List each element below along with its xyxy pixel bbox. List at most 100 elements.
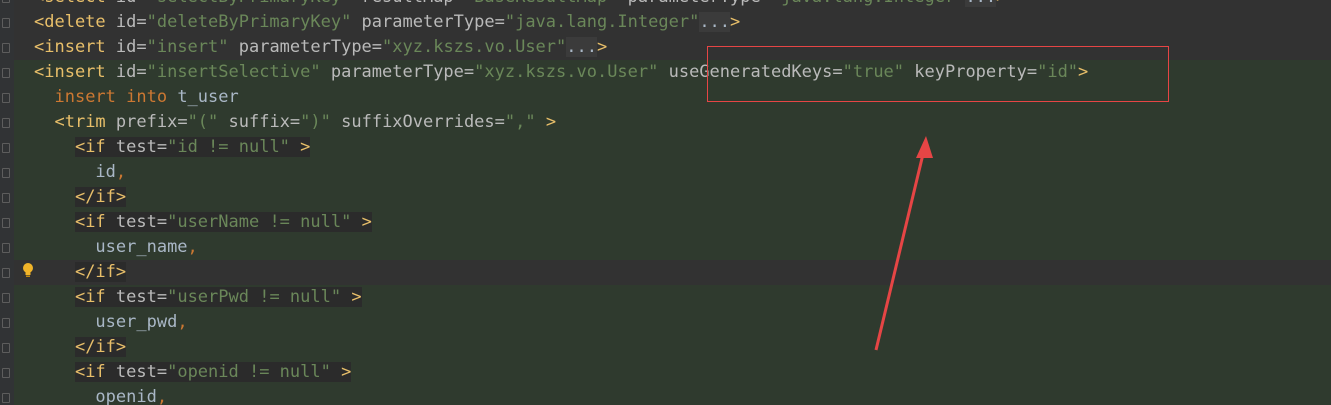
code-token: "BaseResultMap": [464, 0, 618, 7]
code-token: id=: [115, 62, 147, 82]
code-token: "insert": [146, 37, 229, 57]
code-token: >: [351, 212, 372, 232]
code-token: ,: [115, 162, 127, 182]
code-token: </if>: [74, 262, 127, 282]
code-token: "java.lang.Integer": [771, 0, 965, 7]
code-text: id,: [34, 160, 126, 185]
code-segment-group: <if test="userName != null" >: [74, 212, 372, 232]
lightbulb-icon[interactable]: [21, 262, 35, 278]
annotation-highlight-box: [707, 46, 1169, 102]
fold-marker-icon[interactable]: [2, 368, 10, 378]
code-segment-group: id,: [95, 162, 126, 182]
code-token: "deleteByPrimaryKey": [146, 12, 352, 32]
code-token: "selectByPrimaryKey": [147, 0, 352, 7]
code-token: "id != null": [167, 137, 290, 157]
code-token: ...: [566, 37, 597, 57]
fold-marker-icon[interactable]: [2, 343, 10, 353]
code-segment-group: user_pwd,: [95, 312, 187, 332]
code-text: <insert id="insert" parameterType="xyz.k…: [34, 35, 607, 60]
code-token: "userName != null": [167, 212, 352, 232]
code-token: parameterType=: [351, 12, 505, 32]
code-token: ")": [300, 112, 331, 132]
fold-marker-icon[interactable]: [2, 193, 10, 203]
code-text: user_name,: [34, 235, 197, 260]
code-line[interactable]: user_pwd,: [14, 310, 1331, 335]
code-line[interactable]: <if test="userPwd != null" >: [14, 285, 1331, 310]
fold-marker-icon[interactable]: [2, 243, 10, 253]
code-line[interactable]: id,: [14, 160, 1331, 185]
code-token: openid: [95, 387, 157, 405]
fold-marker-icon[interactable]: [2, 168, 10, 178]
fold-marker-icon[interactable]: [2, 18, 10, 28]
code-token: parameterType=: [617, 0, 771, 7]
fold-marker-icon[interactable]: [2, 0, 10, 3]
code-text: <trim prefix="(" suffix=")" suffixOverri…: [34, 110, 556, 135]
code-token: >: [330, 362, 352, 382]
fold-marker-icon[interactable]: [2, 318, 10, 328]
code-text: user_pwd,: [34, 310, 187, 335]
code-line[interactable]: openid,: [14, 385, 1331, 405]
code-text: </if>: [34, 185, 127, 210]
code-text: insert into t_user: [34, 85, 238, 110]
code-segment-group: </if>: [74, 187, 127, 207]
code-token: ",": [504, 112, 536, 132]
code-token: test=: [115, 287, 168, 307]
code-token: ,: [187, 237, 198, 257]
code-token: >: [535, 112, 557, 132]
code-line[interactable]: <if test="id != null" >: [14, 135, 1331, 160]
code-token: prefix=: [115, 112, 188, 132]
code-text: <select id="selectByPrimaryKey" resultMa…: [34, 0, 1006, 10]
code-token: <trim: [54, 112, 116, 132]
code-line[interactable]: <if test="userName != null" >: [14, 210, 1331, 235]
code-line[interactable]: </if>: [14, 335, 1331, 360]
code-line[interactable]: <select id="selectByPrimaryKey" resultMa…: [14, 0, 1331, 10]
code-line[interactable]: user_name,: [14, 235, 1331, 260]
code-token: </if>: [74, 337, 127, 357]
code-text: <if test="openid != null" >: [34, 360, 352, 385]
code-line[interactable]: </if>: [14, 185, 1331, 210]
fold-marker-icon[interactable]: [2, 268, 10, 278]
code-text: <if test="id != null" >: [34, 135, 311, 160]
fold-marker-icon[interactable]: [2, 68, 10, 78]
code-token: <if: [74, 287, 116, 307]
code-segment-group: user_name,: [95, 237, 197, 257]
code-token: >: [730, 12, 741, 32]
code-editor[interactable]: <select id="selectByPrimaryKey" resultMa…: [0, 0, 1331, 405]
code-segment-group: <if test="id != null" >: [74, 137, 311, 157]
code-segment-group: <select id="selectByPrimaryKey" resultMa…: [34, 0, 1006, 7]
code-text: <delete id="deleteByPrimaryKey" paramete…: [34, 10, 740, 35]
code-text: </if>: [34, 260, 127, 285]
fold-marker-icon[interactable]: [2, 93, 10, 103]
code-token: </if>: [74, 187, 127, 207]
code-line[interactable]: <delete id="deleteByPrimaryKey" paramete…: [14, 10, 1331, 35]
fold-marker-icon[interactable]: [2, 218, 10, 228]
editor-gutter: [0, 0, 14, 405]
code-text: <if test="userName != null" >: [34, 210, 372, 235]
fold-marker-icon[interactable]: [2, 118, 10, 128]
code-line[interactable]: <if test="openid != null" >: [14, 360, 1331, 385]
code-segment-group: <delete id="deleteByPrimaryKey" paramete…: [34, 12, 740, 32]
code-token: >: [289, 137, 311, 157]
code-token: <select: [34, 0, 116, 7]
code-segment-group: <trim prefix="(" suffix=")" suffixOverri…: [54, 112, 556, 132]
code-line[interactable]: </if>: [14, 260, 1331, 285]
code-text: <if test="userPwd != null" >: [34, 285, 362, 310]
fold-marker-icon[interactable]: [2, 43, 10, 53]
code-token: "java.lang.Integer": [504, 12, 700, 32]
fold-marker-icon[interactable]: [2, 393, 10, 403]
code-token: "insertSelective": [146, 62, 321, 82]
fold-marker-icon[interactable]: [2, 293, 10, 303]
code-line[interactable]: <trim prefix="(" suffix=")" suffixOverri…: [14, 110, 1331, 135]
fold-marker-icon[interactable]: [2, 143, 10, 153]
code-token: <insert: [34, 37, 116, 57]
